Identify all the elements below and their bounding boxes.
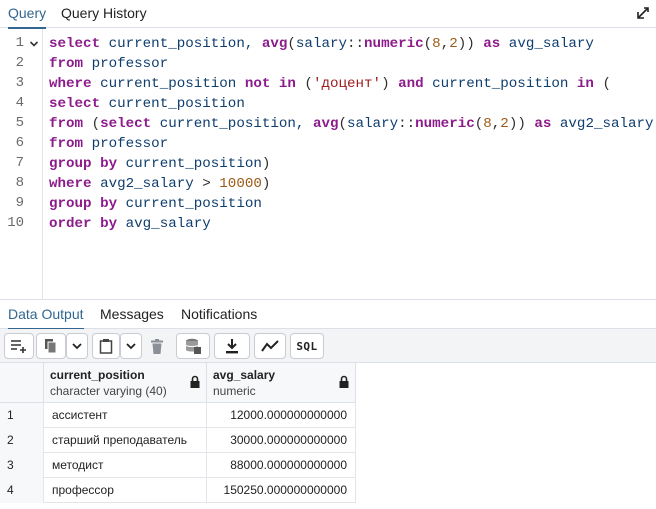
results-panel: Data Output Messages Notifications SQL c… [0, 299, 656, 509]
save-data-button[interactable] [176, 333, 210, 359]
paste-options-dropdown[interactable] [120, 333, 142, 359]
code-line: group by current_position) [49, 156, 271, 172]
tab-query[interactable]: Query [8, 0, 47, 29]
table-row[interactable]: 3 методист 88000.000000000000 [0, 453, 356, 478]
tab-notifications[interactable]: Notifications [181, 300, 257, 329]
expand-icon[interactable] [636, 6, 650, 20]
copy-icon [45, 339, 57, 354]
cell-avg-salary[interactable]: 30000.000000000000 [207, 428, 356, 453]
add-row-icon [11, 340, 26, 353]
delete-button[interactable] [144, 333, 170, 359]
lock-icon [339, 375, 349, 388]
sql-editor[interactable]: 1 2 3 4 5 6 7 8 9 10 select current_posi… [0, 29, 656, 299]
lock-icon [190, 375, 200, 388]
code-line: order by avg_salary [49, 216, 211, 232]
row-number[interactable]: 1 [0, 403, 44, 428]
line-number: 1 [15, 35, 24, 51]
code-line: from professor [49, 136, 169, 152]
line-number: 10 [7, 215, 24, 231]
code-line: where avg2_salary > 10000) [49, 176, 271, 192]
code-area[interactable]: select current_position, avg(salary::num… [49, 29, 656, 299]
line-number: 4 [15, 95, 24, 111]
cell-avg-salary[interactable]: 88000.000000000000 [207, 453, 356, 478]
code-line: where current_position not in ('доцент')… [49, 76, 611, 92]
line-number: 8 [15, 175, 24, 191]
line-number: 9 [15, 195, 24, 211]
row-header-corner[interactable] [0, 363, 44, 403]
code-line: from (select current_position, avg(salar… [49, 116, 654, 132]
results-toolbar: SQL [0, 329, 656, 363]
row-number[interactable]: 3 [0, 453, 44, 478]
line-number: 7 [15, 155, 24, 171]
cell-current-position[interactable]: ассистент [44, 403, 207, 428]
code-line: group by current_position [49, 196, 262, 212]
line-number: 2 [15, 55, 24, 71]
column-name: avg_salary [213, 368, 276, 382]
code-line: select current_position [49, 96, 245, 112]
cell-current-position[interactable]: методист [44, 453, 207, 478]
line-number: 3 [15, 75, 24, 91]
trash-icon [151, 338, 163, 354]
cell-current-position[interactable]: старший преподаватель [44, 428, 207, 453]
line-chart-icon [261, 340, 279, 352]
row-number[interactable]: 4 [0, 478, 44, 503]
paste-icon [99, 339, 113, 354]
tab-messages[interactable]: Messages [100, 300, 164, 329]
column-name: current_position [50, 368, 145, 382]
row-number[interactable]: 2 [0, 428, 44, 453]
database-save-icon [185, 338, 201, 354]
graph-visualiser-button[interactable] [254, 333, 286, 359]
line-number: 5 [15, 115, 24, 131]
code-line: select current_position, avg(salary::num… [49, 36, 594, 52]
column-type: numeric [213, 384, 256, 398]
cell-avg-salary[interactable]: 150250.000000000000 [207, 478, 356, 503]
results-tabbar: Data Output Messages Notifications [0, 300, 656, 330]
column-type: character varying (40) [50, 384, 167, 398]
chevron-down-icon [72, 343, 82, 350]
line-number-gutter: 1 2 3 4 5 6 7 8 9 10 [0, 29, 43, 299]
download-button[interactable] [214, 333, 250, 359]
paste-button[interactable] [92, 333, 120, 359]
chevron-down-icon [126, 343, 136, 350]
table-row[interactable]: 4 профессор 150250.000000000000 [0, 478, 356, 503]
table-row[interactable]: 2 старший преподаватель 30000.0000000000… [0, 428, 356, 453]
column-header-avg-salary[interactable]: avg_salary numeric [207, 363, 356, 403]
download-icon [226, 339, 238, 354]
tab-data-output[interactable]: Data Output [8, 300, 84, 330]
sql-button[interactable]: SQL [290, 333, 324, 359]
add-row-button[interactable] [4, 333, 34, 359]
tab-query-history[interactable]: Query History [61, 0, 147, 28]
copy-options-dropdown[interactable] [66, 333, 88, 359]
table-row[interactable]: 1 ассистент 12000.000000000000 [0, 403, 356, 428]
line-number: 6 [15, 135, 24, 151]
cell-avg-salary[interactable]: 12000.000000000000 [207, 403, 356, 428]
copy-button[interactable] [36, 333, 66, 359]
cell-current-position[interactable]: профессор [44, 478, 207, 503]
editor-tabbar: Query Query History [0, 0, 656, 29]
code-line: from professor [49, 56, 169, 72]
fold-chevron-icon[interactable] [29, 39, 39, 49]
column-header-current-position[interactable]: current_position character varying (40) [44, 363, 207, 403]
